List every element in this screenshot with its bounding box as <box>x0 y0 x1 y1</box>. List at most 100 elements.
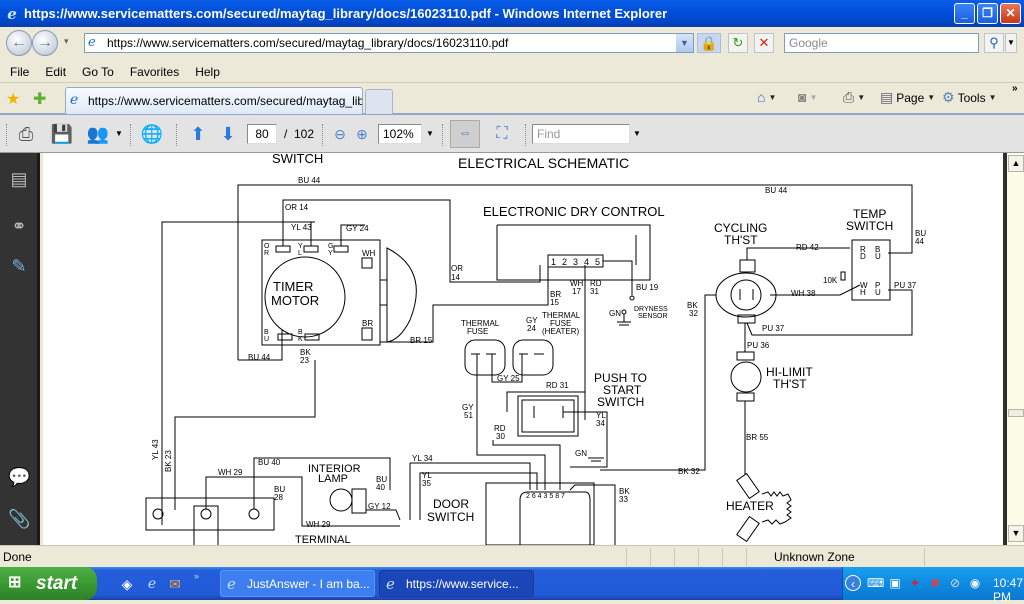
scroll-down-button[interactable]: ▼ <box>1008 525 1024 542</box>
label-pu36: PU 36 <box>747 341 770 350</box>
start-button[interactable]: ⊞ start <box>0 567 97 600</box>
previous-page-icon[interactable]: ⬆ <box>186 123 210 145</box>
label-gn-b: GN <box>575 449 587 458</box>
search-input[interactable]: Google <box>784 33 979 53</box>
label-pu37: PU 37 <box>894 281 917 290</box>
adobe-reader-icon[interactable]: ✦ <box>907 575 923 591</box>
label-10k: 10K <box>823 276 838 285</box>
zoom-level-select[interactable]: 102% <box>378 124 422 144</box>
new-tab-button[interactable] <box>365 89 393 114</box>
next-page-icon[interactable]: ⬇ <box>216 123 240 145</box>
wireless-network-icon[interactable]: ⌨ <box>867 575 884 591</box>
edc-box <box>496 224 651 281</box>
close-button[interactable]: ✕ <box>1000 3 1021 24</box>
zoom-in-icon[interactable]: ⊕ <box>350 123 374 145</box>
quicklaunch-ie-icon[interactable]: e <box>143 575 161 593</box>
system-tray: ‹ ⌨ ▣ ✦ ✖ ⊘ ◉ 10:47 PM <box>842 567 1024 604</box>
menu-favorites[interactable]: Favorites <box>130 65 179 79</box>
add-favorites-icon[interactable]: ✚ <box>33 89 46 109</box>
search-icon[interactable]: ⚲ <box>984 33 1004 53</box>
security-zone: Unknown Zone <box>774 550 855 564</box>
fit-page-icon[interactable]: ⛶ <box>490 123 514 145</box>
history-dropdown[interactable]: ▾ <box>64 36 69 47</box>
minimize-button[interactable]: _ <box>954 3 975 24</box>
pdf-print-icon[interactable]: ⎙ <box>14 123 38 145</box>
quicklaunch-more[interactable]: » <box>194 571 199 581</box>
status-text: Done <box>3 550 32 564</box>
signatures-icon[interactable]: ✎ <box>8 255 30 277</box>
security-icon[interactable]: ⊘ <box>947 575 963 591</box>
zoom-dropdown[interactable]: ▼ <box>426 129 434 138</box>
page-menu-button[interactable]: ▤ Page ▼ <box>880 89 935 106</box>
label-yl43: YL 43 <box>291 223 312 232</box>
ts-pu: U <box>875 288 881 297</box>
network-monitor-icon[interactable]: ▣ <box>887 575 903 591</box>
restore-button[interactable]: ❐ <box>977 3 998 24</box>
pin-y: Y <box>298 243 303 250</box>
refresh-button[interactable]: ↻ <box>728 33 748 53</box>
collaborate-icon[interactable]: 👥 <box>86 123 110 145</box>
rss-icon: ◙ <box>798 89 807 105</box>
ie-icon: e <box>227 575 236 593</box>
label-br15: BR 15 <box>410 336 433 345</box>
label-wh29-b: WH 29 <box>306 520 331 529</box>
tab-active[interactable]: e https://www.servicematters.com/secured… <box>65 87 363 114</box>
page-number-input[interactable]: 80 <box>247 124 277 144</box>
taskbar-task-servicematters[interactable]: e https://www.service... <box>379 570 534 597</box>
vertical-scrollbar[interactable]: ▲ ▼ <box>1003 153 1024 545</box>
quicklaunch-outlook-icon[interactable]: ✉ <box>166 575 184 593</box>
attachments-paperclip-icon[interactable]: 📎 <box>8 508 30 530</box>
quicklaunch-app-icon[interactable]: ◈ <box>118 575 136 593</box>
pin-o: O <box>264 243 270 250</box>
pin-bk-k: K <box>298 336 303 343</box>
label-40: 40 <box>376 483 385 492</box>
pdf-document-page[interactable]: SWITCH ELECTRICAL SCHEMATIC BU 44 BU 44 … <box>43 153 1003 545</box>
back-button[interactable]: ← <box>6 30 32 56</box>
messenger-icon[interactable]: ◉ <box>967 575 983 591</box>
find-input[interactable]: Find <box>532 124 630 144</box>
label-br55: BR 55 <box>746 433 769 442</box>
collaborate-dropdown[interactable]: ▼ <box>115 129 123 138</box>
save-icon[interactable]: 💾 <box>50 123 74 145</box>
label-28: 28 <box>274 493 283 502</box>
find-dropdown[interactable]: ▼ <box>633 129 641 138</box>
zoom-out-icon[interactable]: ⊖ <box>328 123 352 145</box>
menu-edit[interactable]: Edit <box>45 65 66 79</box>
home-button[interactable]: ⌂ ▼ <box>757 89 776 105</box>
menu-help[interactable]: Help <box>195 65 220 79</box>
fit-width-icon[interactable]: ⇔ <box>450 120 480 148</box>
network-disconnected-icon[interactable]: ✖ <box>927 575 943 591</box>
push-label-3: SWITCH <box>597 395 644 409</box>
hi-limit-label-2: TH'ST <box>773 377 807 391</box>
label-23: 23 <box>300 356 309 365</box>
address-dropdown-button[interactable]: ▼ <box>676 34 693 52</box>
tab-row: ★ ✚ e https://www.servicematters.com/sec… <box>0 82 1024 115</box>
scroll-up-button[interactable]: ▲ <box>1008 155 1024 172</box>
lamp-label-2: LAMP <box>318 473 348 485</box>
stop-button[interactable]: ✕ <box>754 33 774 53</box>
search-binoculars-icon[interactable]: ⚭ <box>8 215 30 237</box>
search-options-dropdown[interactable]: ▼ <box>1005 33 1017 53</box>
menu-goto[interactable]: Go To <box>82 65 114 79</box>
push-to-start-switch <box>517 395 579 437</box>
web-capture-icon[interactable]: 🌐 <box>140 123 164 145</box>
pages-icon[interactable]: ▤ <box>8 168 30 190</box>
tools-menu-button[interactable]: ⚙ Tools ▼ <box>942 89 997 106</box>
lock-icon[interactable]: 🔒 <box>697 33 721 53</box>
more-commands-chevron[interactable]: » <box>1012 83 1018 94</box>
menu-file[interactable]: File <box>10 65 29 79</box>
address-input[interactable]: https://www.servicematters.com/secured/m… <box>107 36 508 50</box>
tray-expand-icon[interactable]: ‹ <box>845 575 861 591</box>
print-button[interactable]: ⎙ ▼ <box>843 89 865 106</box>
pin-r: R <box>264 250 269 257</box>
feeds-button[interactable]: ◙ ▼ <box>798 89 817 105</box>
windows-logo-icon: ⊞ <box>8 574 22 591</box>
forward-button[interactable]: → <box>32 30 58 56</box>
address-bar[interactable]: e https://www.servicematters.com/secured… <box>84 33 694 53</box>
scroll-thumb[interactable] <box>1008 409 1024 417</box>
ie-logo-icon: e <box>7 4 17 23</box>
comments-icon[interactable]: 💬 <box>8 466 30 488</box>
taskbar-task-justanswer[interactable]: e JustAnswer - I am ba... <box>220 570 375 597</box>
label-14: 14 <box>451 273 460 282</box>
favorites-center-star-icon[interactable]: ★ <box>6 89 20 109</box>
